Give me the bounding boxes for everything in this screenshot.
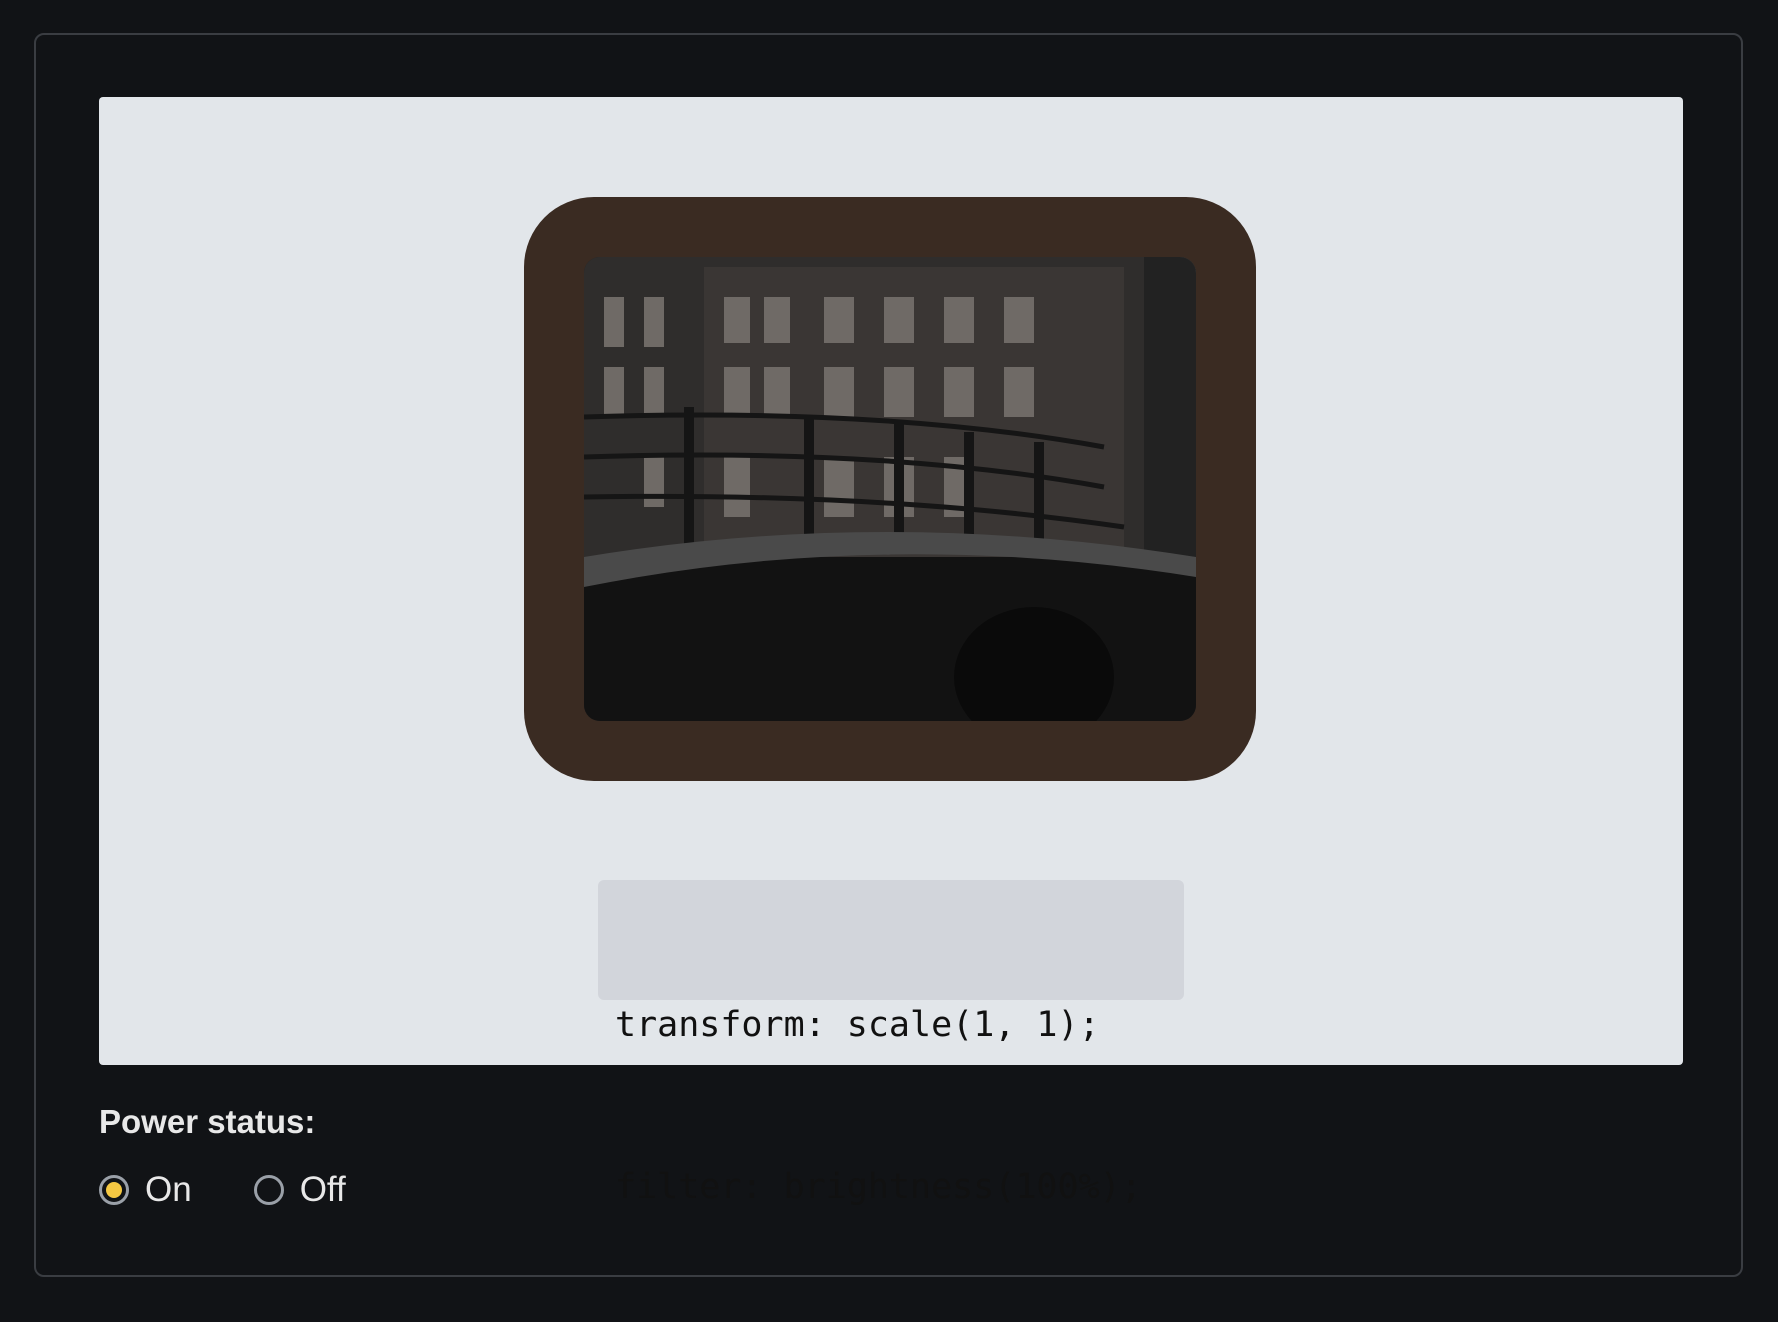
demo-container: transform: scale(1, 1); filter: brightne…: [34, 33, 1743, 1277]
power-on-option[interactable]: On: [99, 1170, 192, 1210]
power-off-label: Off: [299, 1170, 346, 1209]
power-on-label: On: [145, 1170, 192, 1209]
power-on-radio[interactable]: [99, 1175, 129, 1205]
power-off-radio[interactable]: [253, 1175, 284, 1205]
preview-stage: transform: scale(1, 1); filter: brightne…: [99, 97, 1683, 1207]
tv-screen: [584, 257, 1196, 721]
power-radio-group: On Off: [99, 1170, 408, 1210]
power-status-label: Power status:: [99, 1103, 316, 1140]
css-code-block: transform: scale(1, 1); filter: brightne…: [598, 880, 1184, 1207]
code-line-transform: transform: scale(1, 1);: [615, 1005, 1100, 1045]
tv-video-frame: [584, 257, 1196, 721]
code-line-filter: filter: brightness(100%);: [615, 1167, 1142, 1207]
tv-set: [524, 197, 1256, 781]
power-off-option[interactable]: Off: [253, 1170, 346, 1210]
